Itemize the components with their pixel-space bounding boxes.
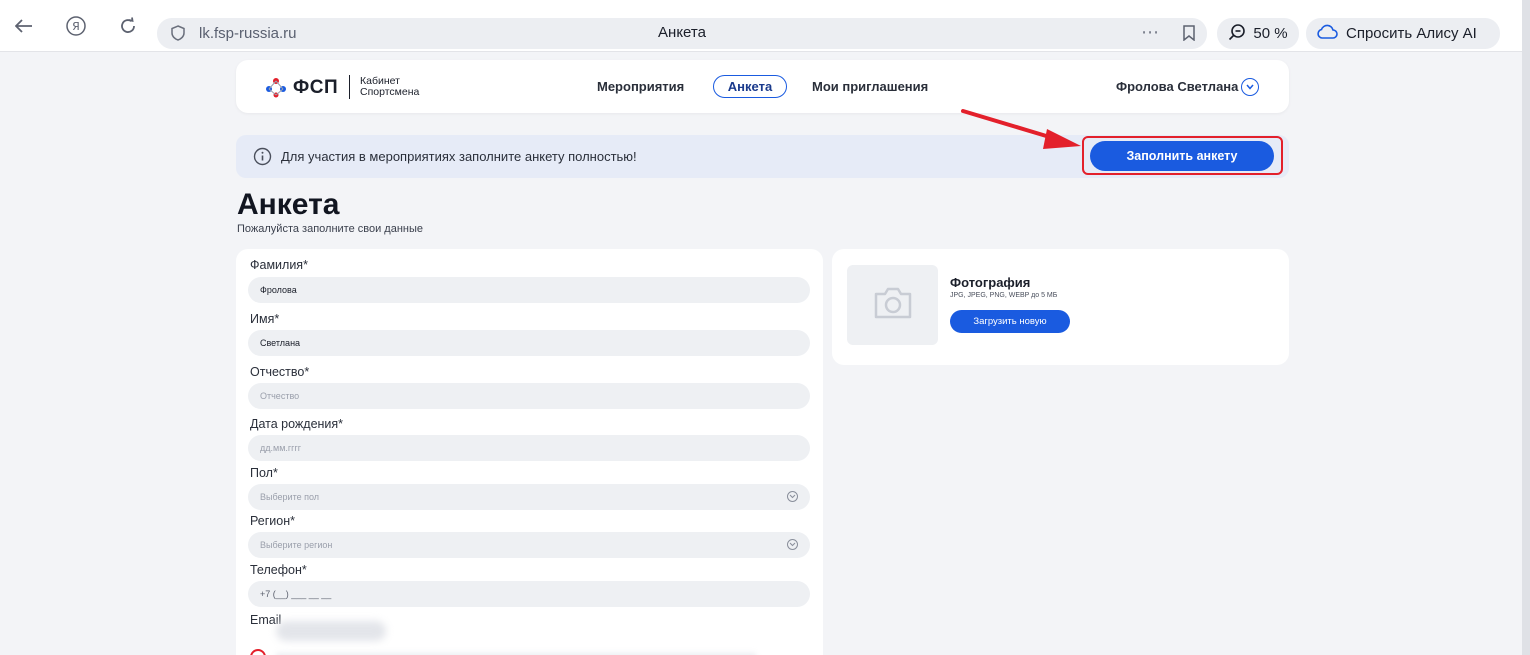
birthdate-label: Дата рождения*: [250, 417, 344, 431]
lastname-label: Фамилия*: [250, 258, 308, 272]
zoom-level: 50 %: [1253, 25, 1288, 42]
photo-placeholder[interactable]: [847, 265, 938, 345]
patronymic-field[interactable]: Отчество: [248, 383, 810, 409]
phone-label: Телефон*: [250, 563, 307, 577]
reload-icon[interactable]: [116, 14, 140, 38]
logo-subtitle: Кабинет Спортсмена: [360, 76, 419, 98]
annotation-arrow: [961, 109, 1081, 149]
gender-label: Пол*: [250, 466, 278, 480]
region-select[interactable]: Выберите регион: [248, 532, 810, 558]
firstname-field[interactable]: Светлана: [248, 330, 810, 356]
svg-text:Я: Я: [72, 20, 80, 33]
chevron-down-icon: [787, 539, 798, 550]
info-icon: [253, 147, 272, 166]
nav-events[interactable]: Мероприятия: [597, 79, 684, 94]
gender-select[interactable]: Выберите пол: [248, 484, 810, 510]
consent-checkbox[interactable]: [250, 649, 266, 655]
bookmark-icon[interactable]: [1183, 25, 1195, 46]
user-name[interactable]: Фролова Светлана: [1116, 79, 1238, 94]
address-bar[interactable]: lk.fsp-russia.ru Анкета ⋯: [157, 18, 1207, 49]
zoom-control[interactable]: 50 %: [1217, 18, 1299, 49]
ask-alice-label: Спросить Алису AI: [1346, 25, 1477, 42]
profile-form: Фамилия* Фролова Имя* Светлана Отчество*…: [236, 249, 823, 655]
phone-field[interactable]: +7 (__) ___ __ __: [248, 581, 810, 607]
logo-text[interactable]: ФСП: [293, 77, 338, 99]
page-subtitle: Пожалуйста заполните свои данные: [237, 223, 423, 235]
fsp-logo-icon[interactable]: [264, 76, 288, 98]
tab-title: Анкета: [658, 24, 706, 41]
lastname-field[interactable]: Фролова: [248, 277, 810, 303]
more-icon[interactable]: ⋯: [1141, 22, 1159, 43]
chevron-down-icon[interactable]: [1241, 78, 1259, 96]
zoom-icon: [1228, 23, 1246, 45]
photo-format-hint: JPG, JPEG, PNG, WEBP до 5 МБ: [950, 292, 1058, 299]
browser-toolbar: Я lk.fsp-russia.ru Анкета ⋯ 50 % Спросит…: [0, 0, 1530, 52]
gender-placeholder: Выберите пол: [260, 492, 320, 502]
site-header: ФСП Кабинет Спортсмена Мероприятия Анкет…: [236, 60, 1289, 113]
patronymic-label: Отчество*: [250, 365, 310, 379]
fill-profile-button[interactable]: Заполнить анкету: [1090, 141, 1274, 171]
ask-alice-button[interactable]: Спросить Алису AI: [1306, 18, 1500, 49]
banner-text: Для участия в мероприятиях заполните анк…: [281, 149, 637, 164]
birthdate-field[interactable]: дд.мм.гггг: [248, 435, 810, 461]
region-placeholder: Выберите регион: [260, 540, 333, 550]
camera-icon: [872, 286, 914, 325]
nav-invitations[interactable]: Мои приглашения: [812, 79, 928, 94]
upload-photo-button[interactable]: Загрузить новую: [950, 310, 1070, 333]
chevron-down-icon: [787, 491, 798, 502]
page-title: Анкета: [237, 188, 340, 221]
back-arrow-icon[interactable]: [12, 14, 36, 38]
photo-title: Фотография: [950, 275, 1031, 290]
region-label: Регион*: [250, 514, 296, 528]
cloud-icon: [1316, 24, 1338, 44]
logo-subtitle-line2: Спортсмена: [360, 86, 420, 98]
window-edge: [1522, 0, 1530, 655]
yandex-icon[interactable]: Я: [64, 14, 88, 38]
photo-card: Фотография JPG, JPEG, PNG, WEBP до 5 МБ …: [832, 249, 1289, 365]
logo-divider: [349, 75, 350, 99]
email-blurred-value: [276, 621, 386, 641]
firstname-label: Имя*: [250, 312, 280, 326]
nav-profile[interactable]: Анкета: [713, 75, 787, 98]
